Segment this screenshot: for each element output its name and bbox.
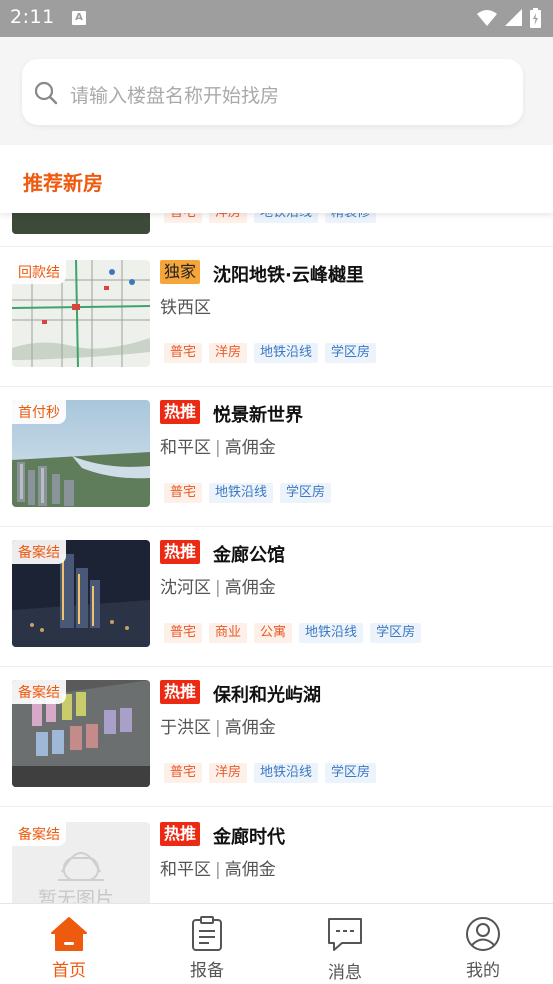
nav-home-label: 首页	[52, 961, 86, 981]
commission-text: 高佣金	[224, 860, 276, 880]
listing-name: 金廊时代	[213, 827, 285, 848]
listing-image: 回款结	[12, 260, 150, 367]
status-bar: 2:11 A	[0, 0, 553, 37]
listing-tag: 地铁沿线	[254, 763, 319, 783]
listing-name: 悦景新世界	[213, 405, 303, 426]
hot-badge: 热推	[160, 540, 201, 564]
commission-text: 高佣金	[224, 438, 276, 458]
message-icon	[326, 916, 364, 956]
listing-tags: 普宅 洋房 地铁沿线 精装修	[164, 213, 377, 223]
listing-tag: 普宅	[164, 483, 203, 503]
notification-a-icon: A	[72, 11, 86, 25]
search-icon	[34, 81, 58, 109]
listing-tag: 精装修	[325, 213, 377, 223]
listing-list[interactable]: 普宅 洋房 地铁沿线 精装修	[0, 213, 553, 903]
listing-meta: 于洪区 | 高佣金	[160, 713, 276, 738]
listing-name: 保利和光屿湖	[213, 685, 321, 706]
listing-tag: 普宅	[164, 623, 203, 643]
meta-separator: |	[215, 718, 221, 738]
listing-tag: 地铁沿线	[209, 483, 274, 503]
list-item[interactable]: 备案结 热推 金廊公馆 沈河区 | 高佣金 普宅 商业 公寓 地铁沿线 学区房	[0, 527, 553, 667]
listing-tags: 普宅 商业 公寓 地铁沿线 学区房	[164, 623, 422, 643]
section-header: 推荐新房	[0, 145, 553, 213]
district-text: 于洪区	[160, 718, 211, 738]
listing-meta: 和平区 | 高佣金	[160, 855, 276, 880]
list-item[interactable]: 回款结 独家 沈阳地铁·云峰樾里 铁西区 普宅 洋房 地铁沿线 学区房	[0, 247, 553, 387]
search-area: 请输入楼盘名称开始找房	[0, 37, 553, 145]
status-icons	[477, 8, 541, 28]
nav-profile-label: 我的	[466, 961, 500, 981]
search-bar[interactable]: 请输入楼盘名称开始找房	[22, 59, 523, 125]
signal-icon	[505, 9, 522, 26]
listing-tag: 学区房	[325, 343, 377, 363]
clipboard-icon	[191, 916, 223, 956]
listing-tag: 地铁沿线	[254, 343, 319, 363]
nav-report-label: 报备	[190, 961, 224, 981]
list-item[interactable]: 备案结 热推 保利和光屿湖 于洪区 | 高佣金 普宅 洋房 地铁沿线 学区房	[0, 667, 553, 807]
search-placeholder: 请输入楼盘名称开始找房	[70, 85, 280, 107]
status-time: 2:11	[10, 6, 55, 28]
listing-image: 备案结	[12, 540, 150, 647]
list-item[interactable]: 备案结 暂无图片 热推 金廊时代 和平区 | 高佣金	[0, 807, 553, 903]
settlement-label: 回款结	[12, 260, 66, 284]
listing-tag: 学区房	[370, 623, 422, 643]
listing-tag: 地铁沿线	[299, 623, 364, 643]
district-text: 和平区	[160, 438, 211, 458]
bottom-nav: 首页 报备 消息 我的	[0, 903, 553, 984]
list-item-partial[interactable]: 普宅 洋房 地铁沿线 精装修	[0, 213, 553, 247]
listing-tag: 学区房	[280, 483, 332, 503]
user-icon	[465, 916, 501, 956]
battery-icon	[530, 8, 541, 28]
nav-report[interactable]: 报备	[138, 904, 276, 984]
listing-tag: 商业	[209, 623, 248, 643]
listing-tag: 公寓	[254, 623, 293, 643]
nav-profile[interactable]: 我的	[414, 904, 552, 984]
commission-text: 高佣金	[224, 718, 276, 738]
listing-tags: 普宅 洋房 地铁沿线 学区房	[164, 343, 377, 363]
commission-text: 高佣金	[224, 578, 276, 598]
settlement-label: 备案结	[12, 822, 66, 846]
nav-messages[interactable]: 消息	[276, 904, 414, 984]
meta-separator: |	[215, 438, 221, 458]
listing-tags: 普宅 洋房 地铁沿线 学区房	[164, 763, 377, 783]
section-title: 推荐新房	[23, 171, 103, 195]
listing-image: 备案结	[12, 680, 150, 787]
settlement-label: 备案结	[12, 680, 66, 704]
meta-separator: |	[215, 578, 221, 598]
settlement-label: 首付秒	[12, 400, 66, 424]
listing-tag: 学区房	[325, 763, 377, 783]
listing-image	[12, 213, 150, 234]
district-text: 和平区	[160, 860, 211, 880]
settlement-label: 备案结	[12, 540, 66, 564]
no-image-text: 暂无图片	[38, 888, 115, 903]
district-text: 铁西区	[160, 298, 211, 318]
home-icon	[50, 916, 88, 956]
listing-meta: 沈河区 | 高佣金	[160, 573, 276, 598]
list-item[interactable]: 首付秒 热推 悦景新世界 和平区 | 高佣金 普宅 地铁沿线 学区房	[0, 387, 553, 527]
listing-tag: 普宅	[164, 763, 203, 783]
exclusive-badge: 独家	[160, 260, 201, 284]
nav-home[interactable]: 首页	[0, 904, 138, 984]
hot-badge: 热推	[160, 680, 201, 704]
listing-tag: 地铁沿线	[254, 213, 319, 223]
listing-tag: 普宅	[164, 213, 203, 223]
hot-badge: 热推	[160, 400, 201, 424]
listing-tag: 洋房	[209, 343, 248, 363]
listing-name: 沈阳地铁·云峰樾里	[213, 265, 364, 286]
nav-messages-label: 消息	[328, 963, 362, 983]
listing-tag: 洋房	[209, 763, 248, 783]
listing-name: 金廊公馆	[213, 545, 285, 566]
listing-tag: 洋房	[209, 213, 248, 223]
meta-separator: |	[215, 860, 221, 880]
district-text: 沈河区	[160, 578, 211, 598]
listing-image-placeholder: 备案结 暂无图片	[12, 822, 150, 903]
wifi-icon	[477, 10, 497, 26]
listing-image: 首付秒	[12, 400, 150, 507]
listing-tag: 普宅	[164, 343, 203, 363]
listing-district: 铁西区	[160, 293, 211, 318]
hot-badge: 热推	[160, 822, 201, 846]
listing-tags: 普宅 地铁沿线 学区房	[164, 483, 332, 503]
listing-meta: 和平区 | 高佣金	[160, 433, 276, 458]
